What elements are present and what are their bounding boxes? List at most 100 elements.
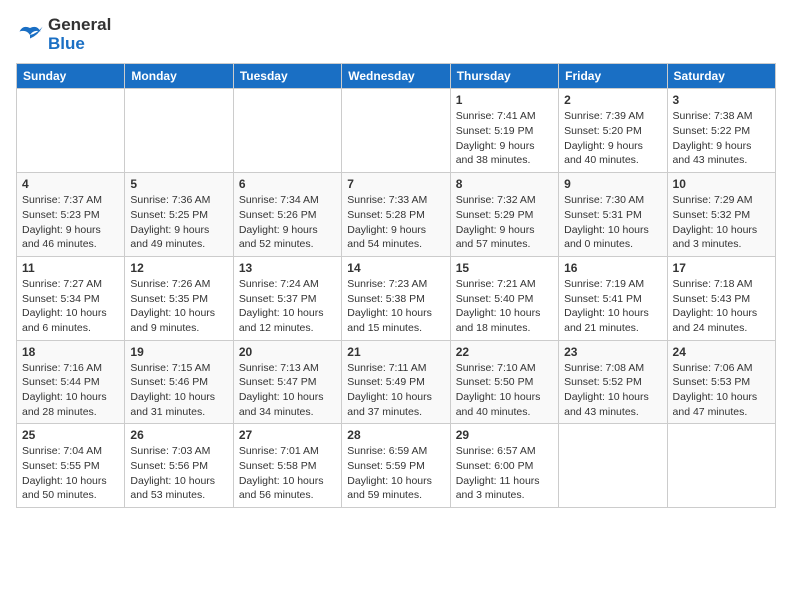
- day-info: Sunset: 5:49 PM: [347, 375, 444, 390]
- day-header: Wednesday: [342, 64, 450, 89]
- day-info: Sunrise: 7:34 AM: [239, 193, 336, 208]
- day-number: 9: [564, 177, 661, 191]
- day-info: Daylight: 9 hours: [456, 139, 553, 154]
- calendar-cell: 29Sunrise: 6:57 AMSunset: 6:00 PMDayligh…: [450, 424, 558, 508]
- day-info: and 3 minutes.: [456, 488, 553, 503]
- day-info: Sunrise: 7:15 AM: [130, 361, 227, 376]
- day-info: Sunrise: 7:10 AM: [456, 361, 553, 376]
- calendar-cell: [233, 89, 341, 173]
- calendar-cell: 9Sunrise: 7:30 AMSunset: 5:31 PMDaylight…: [559, 173, 667, 257]
- day-number: 16: [564, 261, 661, 275]
- day-info: Sunset: 5:23 PM: [22, 208, 119, 223]
- day-info: Daylight: 10 hours: [564, 223, 661, 238]
- calendar-cell: 3Sunrise: 7:38 AMSunset: 5:22 PMDaylight…: [667, 89, 775, 173]
- day-number: 11: [22, 261, 119, 275]
- calendar-cell: 10Sunrise: 7:29 AMSunset: 5:32 PMDayligh…: [667, 173, 775, 257]
- day-info: Daylight: 10 hours: [22, 306, 119, 321]
- day-info: and 40 minutes.: [456, 405, 553, 420]
- day-number: 5: [130, 177, 227, 191]
- day-info: Daylight: 10 hours: [130, 474, 227, 489]
- day-info: Sunset: 5:44 PM: [22, 375, 119, 390]
- day-info: Sunrise: 7:29 AM: [673, 193, 770, 208]
- day-info: and 34 minutes.: [239, 405, 336, 420]
- calendar-cell: [342, 89, 450, 173]
- day-info: Sunrise: 7:04 AM: [22, 444, 119, 459]
- calendar-cell: 26Sunrise: 7:03 AMSunset: 5:56 PMDayligh…: [125, 424, 233, 508]
- day-info: Sunrise: 7:30 AM: [564, 193, 661, 208]
- day-info: Daylight: 9 hours: [22, 223, 119, 238]
- day-info: Daylight: 9 hours: [564, 139, 661, 154]
- day-info: Daylight: 11 hours: [456, 474, 553, 489]
- day-info: Sunrise: 7:24 AM: [239, 277, 336, 292]
- calendar-cell: 24Sunrise: 7:06 AMSunset: 5:53 PMDayligh…: [667, 340, 775, 424]
- day-info: Daylight: 10 hours: [564, 390, 661, 405]
- logo: General Blue: [16, 16, 111, 53]
- calendar-cell: [667, 424, 775, 508]
- day-info: Daylight: 9 hours: [347, 223, 444, 238]
- day-info: and 47 minutes.: [673, 405, 770, 420]
- day-info: Sunrise: 7:18 AM: [673, 277, 770, 292]
- day-info: Sunset: 5:19 PM: [456, 124, 553, 139]
- calendar-cell: 28Sunrise: 6:59 AMSunset: 5:59 PMDayligh…: [342, 424, 450, 508]
- day-info: Sunset: 5:55 PM: [22, 459, 119, 474]
- calendar-cell: 11Sunrise: 7:27 AMSunset: 5:34 PMDayligh…: [17, 256, 125, 340]
- day-info: and 9 minutes.: [130, 321, 227, 336]
- calendar-cell: 20Sunrise: 7:13 AMSunset: 5:47 PMDayligh…: [233, 340, 341, 424]
- calendar-cell: 7Sunrise: 7:33 AMSunset: 5:28 PMDaylight…: [342, 173, 450, 257]
- day-info: Sunrise: 7:36 AM: [130, 193, 227, 208]
- day-info: and 38 minutes.: [456, 153, 553, 168]
- day-info: and 43 minutes.: [564, 405, 661, 420]
- day-info: Sunrise: 7:06 AM: [673, 361, 770, 376]
- day-number: 21: [347, 345, 444, 359]
- day-number: 6: [239, 177, 336, 191]
- day-header: Friday: [559, 64, 667, 89]
- day-number: 29: [456, 428, 553, 442]
- day-number: 25: [22, 428, 119, 442]
- day-number: 12: [130, 261, 227, 275]
- day-info: Daylight: 10 hours: [347, 474, 444, 489]
- day-header: Saturday: [667, 64, 775, 89]
- day-info: Daylight: 10 hours: [673, 306, 770, 321]
- day-number: 18: [22, 345, 119, 359]
- calendar-cell: 14Sunrise: 7:23 AMSunset: 5:38 PMDayligh…: [342, 256, 450, 340]
- day-info: and 49 minutes.: [130, 237, 227, 252]
- calendar-cell: 17Sunrise: 7:18 AMSunset: 5:43 PMDayligh…: [667, 256, 775, 340]
- calendar-cell: 16Sunrise: 7:19 AMSunset: 5:41 PMDayligh…: [559, 256, 667, 340]
- day-info: Sunrise: 7:03 AM: [130, 444, 227, 459]
- day-info: Sunset: 5:20 PM: [564, 124, 661, 139]
- day-info: Sunrise: 7:41 AM: [456, 109, 553, 124]
- day-number: 19: [130, 345, 227, 359]
- day-info: Sunset: 5:52 PM: [564, 375, 661, 390]
- day-info: and 15 minutes.: [347, 321, 444, 336]
- day-info: Daylight: 10 hours: [22, 390, 119, 405]
- day-info: and 46 minutes.: [22, 237, 119, 252]
- day-info: Daylight: 10 hours: [22, 474, 119, 489]
- day-info: Sunset: 5:32 PM: [673, 208, 770, 223]
- day-info: Sunrise: 6:59 AM: [347, 444, 444, 459]
- day-number: 17: [673, 261, 770, 275]
- day-number: 22: [456, 345, 553, 359]
- day-info: and 12 minutes.: [239, 321, 336, 336]
- day-info: Sunrise: 7:26 AM: [130, 277, 227, 292]
- calendar-cell: [559, 424, 667, 508]
- day-info: Daylight: 10 hours: [673, 223, 770, 238]
- day-info: and 0 minutes.: [564, 237, 661, 252]
- day-info: Sunset: 5:53 PM: [673, 375, 770, 390]
- day-info: Sunrise: 7:21 AM: [456, 277, 553, 292]
- day-info: Daylight: 10 hours: [239, 390, 336, 405]
- calendar-cell: [125, 89, 233, 173]
- day-info: and 52 minutes.: [239, 237, 336, 252]
- day-info: Sunrise: 7:32 AM: [456, 193, 553, 208]
- day-number: 8: [456, 177, 553, 191]
- calendar-table: SundayMondayTuesdayWednesdayThursdayFrid…: [16, 63, 776, 508]
- calendar-cell: 5Sunrise: 7:36 AMSunset: 5:25 PMDaylight…: [125, 173, 233, 257]
- day-info: and 50 minutes.: [22, 488, 119, 503]
- calendar-cell: 25 Sunrise: 7:04 AMSunset: 5:55 PMDayligh…: [17, 424, 125, 508]
- day-info: Sunset: 5:56 PM: [130, 459, 227, 474]
- day-info: Sunrise: 7:37 AM: [22, 193, 119, 208]
- day-info: Daylight: 9 hours: [456, 223, 553, 238]
- day-number: 14: [347, 261, 444, 275]
- day-info: and 18 minutes.: [456, 321, 553, 336]
- day-info: and 28 minutes.: [22, 405, 119, 420]
- day-info: Sunrise: 7:11 AM: [347, 361, 444, 376]
